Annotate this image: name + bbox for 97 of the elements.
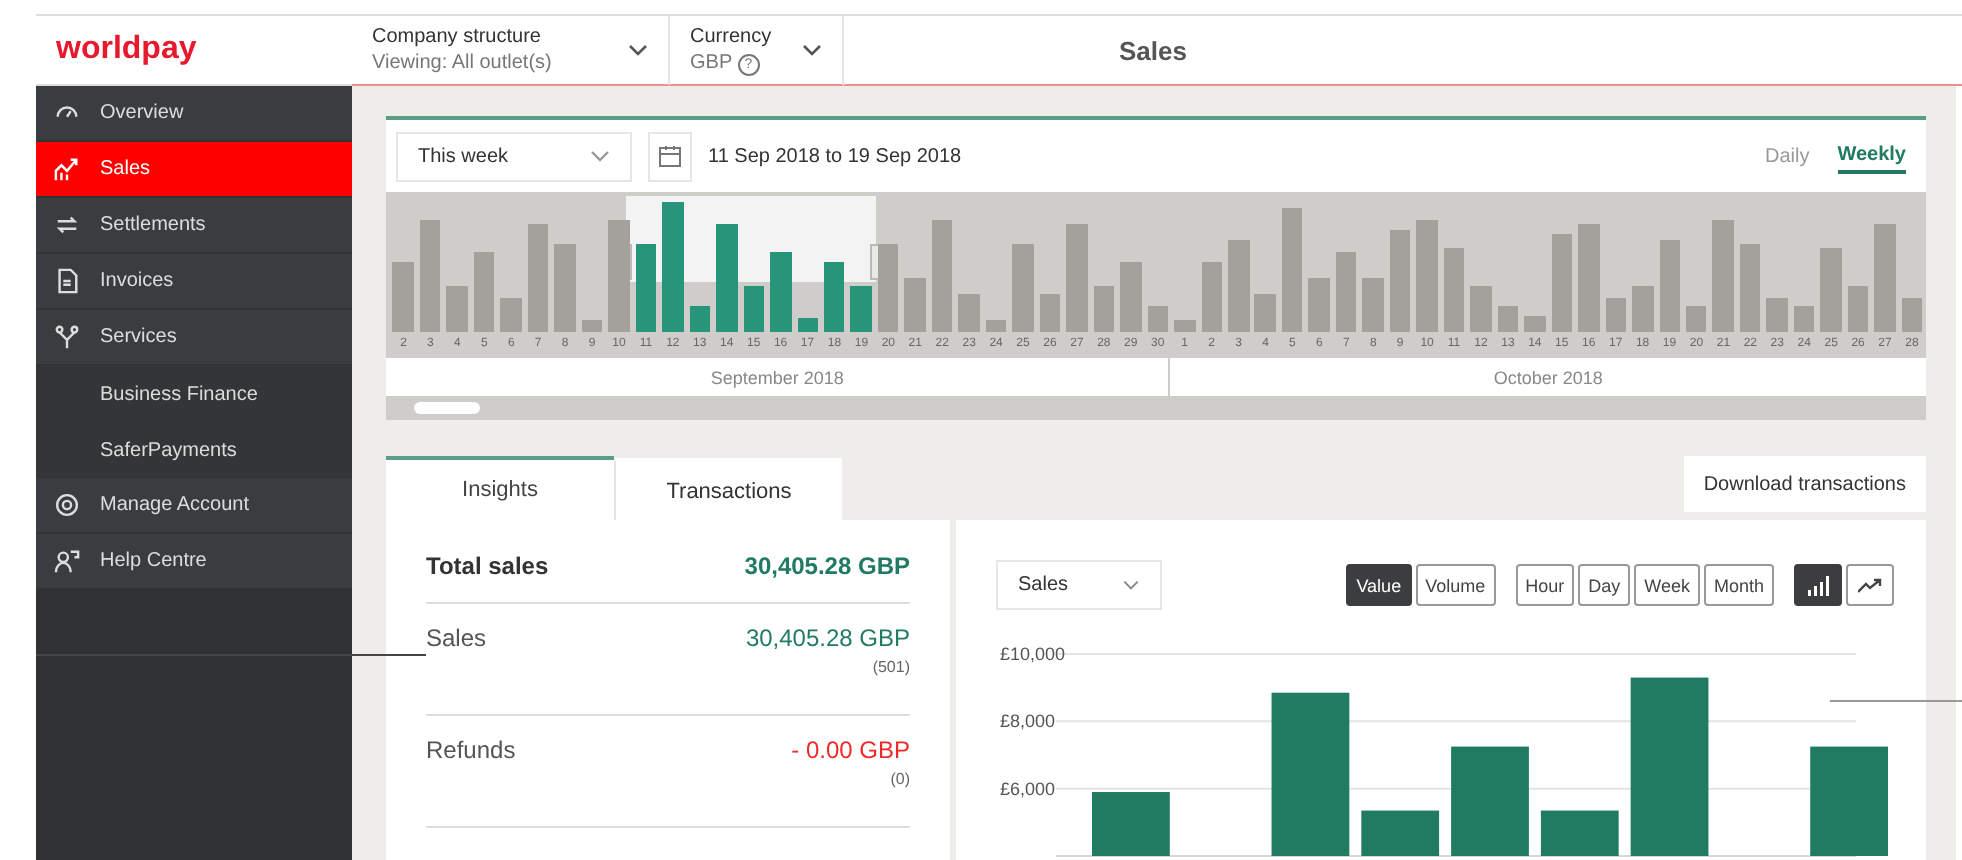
timeline-bar[interactable] xyxy=(689,306,711,332)
timeline-bar[interactable] xyxy=(1793,306,1815,332)
timeline-bar[interactable] xyxy=(1739,243,1761,332)
timeline-bar[interactable] xyxy=(581,319,603,332)
chevron-icon xyxy=(1122,580,1140,590)
timeline-bar[interactable] xyxy=(1901,298,1923,332)
leader-line xyxy=(1830,700,1962,702)
timeline-bar[interactable] xyxy=(1443,248,1465,332)
chart-bar[interactable] xyxy=(1540,810,1619,856)
metric-label: Sales xyxy=(426,624,487,656)
page-title: Sales xyxy=(1119,35,1187,65)
nav-item[interactable]: Settlements xyxy=(36,198,352,254)
timeline-bar[interactable] xyxy=(446,285,468,332)
range-select[interactable]: This week xyxy=(396,131,632,181)
branch-icon xyxy=(54,324,80,350)
nav-subitem[interactable]: Business Finance xyxy=(36,366,352,422)
metric-value: 30,405.28 GBP xyxy=(745,624,910,652)
timeline-bar[interactable] xyxy=(527,224,549,332)
timeline-bar[interactable] xyxy=(797,318,819,332)
timeline-bar[interactable] xyxy=(635,243,657,332)
person-icon xyxy=(54,548,80,574)
timeline-bar[interactable] xyxy=(1524,315,1546,332)
metric-value: 30,405.28 GBP xyxy=(744,552,910,580)
nav-item[interactable]: Services xyxy=(36,310,352,366)
month-label: September 2018 xyxy=(710,367,844,387)
metric-label: Refunds xyxy=(426,736,516,768)
date-range: 11 Sep 2018 to 19 Sep 2018 xyxy=(708,145,962,167)
metric-select[interactable]: Sales xyxy=(996,560,1162,610)
chevron-icon xyxy=(590,150,610,162)
timeline-bar[interactable] xyxy=(1174,319,1196,332)
timeline-bar[interactable] xyxy=(1605,298,1627,332)
line-chart-button[interactable] xyxy=(1846,564,1894,606)
chart-bar[interactable] xyxy=(1630,677,1709,856)
axis-label: £10,000 xyxy=(1000,644,1066,664)
chart-bar[interactable] xyxy=(1271,692,1350,856)
timeline-bar[interactable] xyxy=(823,262,845,332)
timeline-bar[interactable] xyxy=(1335,252,1357,332)
timeline-bar[interactable] xyxy=(850,285,872,332)
timeline-bar[interactable] xyxy=(1632,285,1654,332)
timeline-bar[interactable] xyxy=(985,319,1007,332)
timeline-bar[interactable] xyxy=(743,285,765,332)
nav-item[interactable]: Sales xyxy=(36,142,352,198)
calendar-button[interactable] xyxy=(648,131,692,181)
timeline-bar[interactable] xyxy=(1470,285,1492,332)
period-button[interactable]: Day xyxy=(1578,564,1631,606)
axis-label: £6,000 xyxy=(1000,778,1056,799)
timeline-bar[interactable] xyxy=(877,243,899,332)
period-button[interactable]: Hour xyxy=(1515,564,1575,606)
month-label: October 2018 xyxy=(1493,367,1603,387)
chart-bar[interactable] xyxy=(1361,810,1440,856)
download-button[interactable]: Download transactions xyxy=(1683,456,1926,512)
calendar-icon xyxy=(658,144,682,168)
nav-item[interactable]: Manage Account xyxy=(36,478,352,534)
nav-subitem[interactable]: SaferPayments xyxy=(36,422,352,478)
timeline-bar[interactable] xyxy=(1201,262,1223,332)
timeline-bar[interactable] xyxy=(419,220,441,332)
logo[interactable]: worldpay xyxy=(56,32,197,68)
timeline-bar[interactable] xyxy=(1685,306,1707,332)
axis-label: £8,000 xyxy=(1000,711,1056,732)
timeline-bar[interactable] xyxy=(473,252,495,332)
transfer-icon xyxy=(54,212,80,238)
timeline-bar[interactable] xyxy=(1147,306,1169,332)
timeline-bar[interactable] xyxy=(1093,285,1115,332)
timeline-bar[interactable] xyxy=(1497,306,1519,332)
granularity-tab[interactable]: Weekly xyxy=(1837,139,1906,173)
timeline-bar[interactable] xyxy=(1281,208,1303,332)
timeline-bar[interactable] xyxy=(1039,294,1061,332)
chart-bar[interactable] xyxy=(1451,746,1529,856)
nav-item[interactable]: Invoices xyxy=(36,254,352,310)
chevron-icon xyxy=(802,44,822,56)
chart-bar[interactable] xyxy=(1810,746,1888,856)
document-icon xyxy=(54,268,80,294)
measure-button[interactable]: Value xyxy=(1346,564,1412,606)
nav-item[interactable]: Overview xyxy=(36,86,352,142)
scrollbar-thumb[interactable] xyxy=(414,402,480,414)
chart-icon xyxy=(54,156,80,182)
gear-icon xyxy=(54,492,80,518)
timeline-bar[interactable] xyxy=(1551,234,1573,332)
nav-item[interactable]: Help Centre xyxy=(36,534,352,590)
timeline-bar[interactable] xyxy=(1847,285,1869,332)
timeline-bar[interactable] xyxy=(931,220,953,332)
chevron-icon xyxy=(628,44,648,56)
period-button[interactable]: Month xyxy=(1703,564,1774,606)
tab[interactable]: Transactions xyxy=(614,458,842,520)
scrollbar[interactable] xyxy=(386,396,1926,420)
metric-label: Total sales xyxy=(426,552,549,582)
period-button[interactable]: Week xyxy=(1634,564,1700,606)
bar-chart-icon xyxy=(1807,575,1829,595)
metric-count: (501) xyxy=(872,658,910,676)
trend-icon xyxy=(1858,577,1882,593)
measure-button[interactable]: Volume xyxy=(1415,564,1496,606)
metric-count: (0) xyxy=(890,770,910,788)
timeline-bar[interactable] xyxy=(1389,229,1411,332)
tab[interactable]: Insights xyxy=(386,456,614,520)
metric-value: - 0.00 GBP xyxy=(791,736,910,764)
bar-chart-button[interactable] xyxy=(1794,564,1842,606)
timeline-bar[interactable] xyxy=(1659,239,1681,332)
